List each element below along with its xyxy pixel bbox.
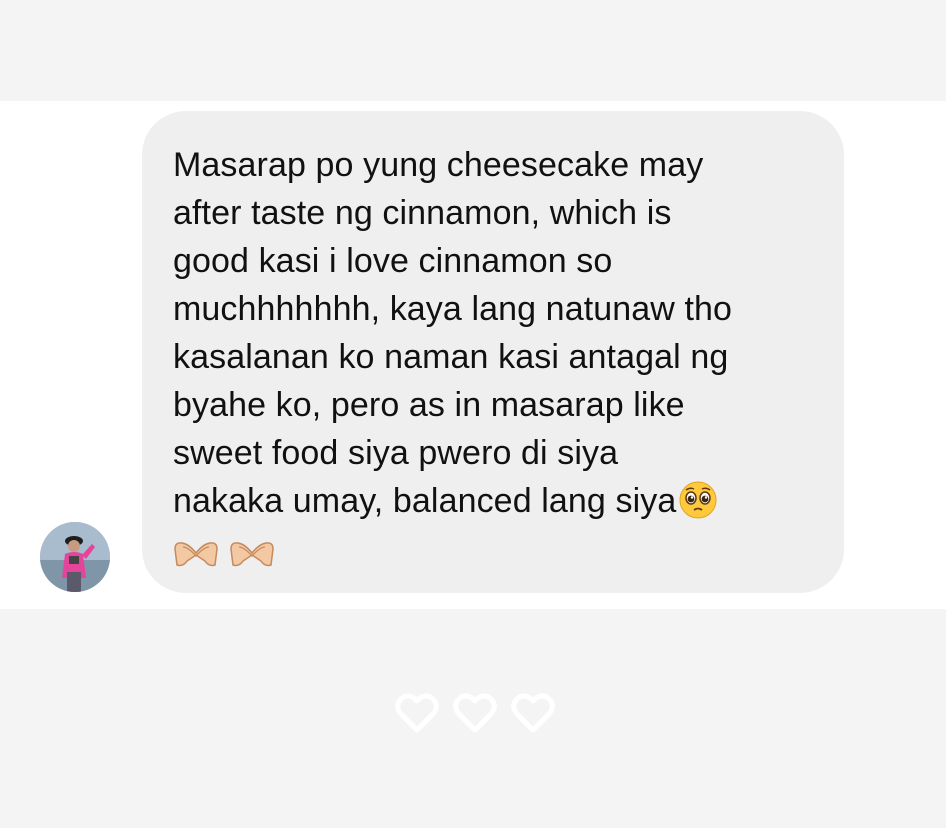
dm-screen: Masarap po yung cheesecake may after tas…	[0, 0, 946, 828]
pleading-face-icon	[678, 480, 718, 533]
message-line: after taste ng cinnamon, which is	[173, 194, 672, 232]
message-text: Masarap po yung cheesecake may after tas…	[173, 141, 804, 533]
profile-photo-icon	[40, 522, 110, 592]
message-line: Masarap po yung cheesecake may	[173, 146, 704, 184]
message-bubble[interactable]: Masarap po yung cheesecake may after tas…	[142, 111, 844, 593]
message-line: kasalanan ko naman kasi antagal ng	[173, 338, 729, 376]
avatar[interactable]	[40, 522, 110, 592]
heart-hands-icon	[173, 539, 219, 574]
reaction-hearts	[394, 690, 556, 736]
heart-outline-icon[interactable]	[510, 690, 556, 736]
message-line: byahe ko, pero as in masarap like	[173, 386, 685, 424]
message-line: sweet food siya pwero di siya	[173, 434, 619, 472]
heart-outline-icon[interactable]	[394, 690, 440, 736]
message-line: muchhhhhhh, kaya lang natunaw tho	[173, 290, 733, 328]
heart-outline-icon[interactable]	[452, 690, 498, 736]
message-line: nakaka umay, balanced lang siya	[173, 482, 677, 520]
message-line: good kasi i love cinnamon so	[173, 242, 613, 280]
heart-hands-icon	[229, 539, 275, 574]
emoji-row	[173, 539, 804, 574]
